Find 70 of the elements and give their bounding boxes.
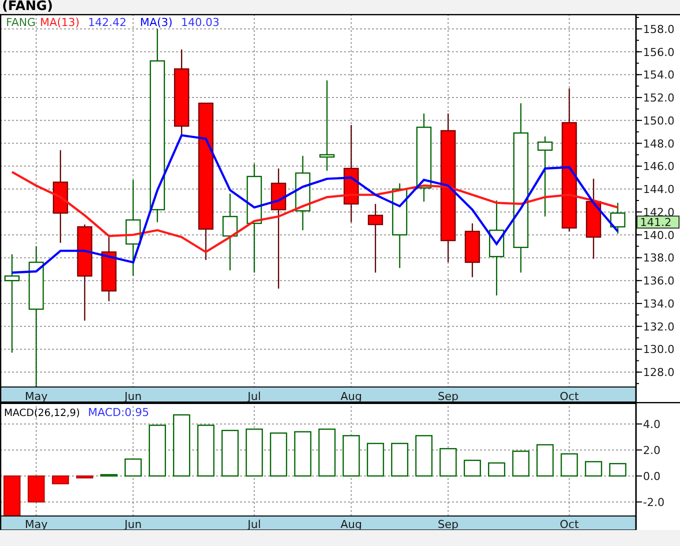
candlestick bbox=[101, 237, 117, 302]
chart-title: MACD(26,12,9) bbox=[4, 408, 80, 419]
histogram-bar bbox=[52, 475, 69, 484]
axis-label: 0.0 bbox=[643, 470, 660, 483]
axis-label: 136.0 bbox=[643, 274, 674, 288]
histogram-bar bbox=[584, 461, 602, 477]
axis-label: 150.0 bbox=[643, 114, 674, 128]
histogram-bar bbox=[197, 424, 214, 477]
axis-label: 132.0 bbox=[643, 320, 674, 334]
axis-label: 130.0 bbox=[643, 343, 674, 356]
histogram-bar bbox=[100, 474, 118, 477]
candlestick bbox=[464, 223, 480, 278]
axis-label: 152.0 bbox=[643, 92, 674, 105]
legend-value: 140.03 bbox=[181, 16, 220, 29]
histogram-bar bbox=[318, 428, 336, 477]
histogram-bar bbox=[440, 448, 457, 477]
month-label: Sep bbox=[438, 390, 458, 402]
histogram-bar bbox=[173, 414, 190, 477]
histogram-bar bbox=[294, 431, 312, 477]
month-label: Jun bbox=[124, 518, 142, 530]
histogram-bar bbox=[270, 432, 288, 477]
axis-label: 128.0 bbox=[643, 366, 674, 380]
month-label: May bbox=[24, 390, 48, 402]
month-label: Oct bbox=[560, 518, 579, 530]
histogram-bar bbox=[148, 424, 166, 477]
axis-label: 144.0 bbox=[643, 183, 674, 196]
axis-label: 148.0 bbox=[643, 137, 674, 150]
legend-value: MACD:0.95 bbox=[88, 406, 150, 419]
histogram-bar bbox=[246, 428, 263, 477]
histogram-bar bbox=[464, 460, 481, 477]
axis-label: 134.0 bbox=[643, 297, 674, 310]
axis-label: 138.0 bbox=[643, 252, 674, 265]
month-label: Jul bbox=[248, 390, 261, 402]
axis-label: 158.0 bbox=[643, 22, 674, 36]
histogram-bar bbox=[609, 463, 626, 477]
axis-label: 156.0 bbox=[643, 46, 674, 59]
histogram-bar bbox=[124, 458, 142, 477]
axis-label: -2.0 bbox=[643, 496, 664, 509]
axis-label: 154.0 bbox=[643, 68, 674, 82]
histogram-bar bbox=[560, 453, 578, 477]
axis-label: 4.0 bbox=[643, 418, 660, 431]
legend-label: MA(13) bbox=[40, 16, 80, 29]
axis-label: 2.0 bbox=[643, 444, 660, 457]
histogram-bar bbox=[4, 475, 20, 516]
chart-title: (FANG) bbox=[2, 0, 53, 14]
month-label: Jul bbox=[248, 518, 261, 530]
histogram-bar bbox=[391, 442, 408, 477]
last-price-label: 141.2 bbox=[636, 216, 680, 230]
month-label: Jun bbox=[124, 390, 142, 402]
month-label: Aug bbox=[340, 390, 362, 402]
histogram-bar bbox=[366, 442, 384, 477]
candlestick bbox=[610, 202, 626, 234]
histogram-bar bbox=[512, 450, 530, 477]
month-label: May bbox=[24, 518, 48, 530]
month-label: Sep bbox=[438, 518, 458, 530]
legend-symbol: FANG bbox=[6, 16, 36, 29]
histogram-bar bbox=[415, 435, 433, 477]
candlestick bbox=[368, 204, 384, 273]
axis-label: 146.0 bbox=[643, 160, 674, 174]
histogram-bar bbox=[536, 444, 554, 477]
axis-label: 140.0 bbox=[643, 228, 674, 242]
histogram-bar bbox=[28, 475, 45, 502]
histogram-bar bbox=[76, 475, 94, 478]
histogram-bar bbox=[342, 435, 360, 477]
month-label: Aug bbox=[340, 518, 362, 530]
legend-value: 142.42 bbox=[88, 16, 126, 29]
histogram-bar bbox=[488, 462, 506, 477]
legend-label: MA(3) bbox=[140, 16, 173, 29]
month-label: Oct bbox=[560, 390, 579, 402]
histogram-bar bbox=[221, 430, 239, 477]
